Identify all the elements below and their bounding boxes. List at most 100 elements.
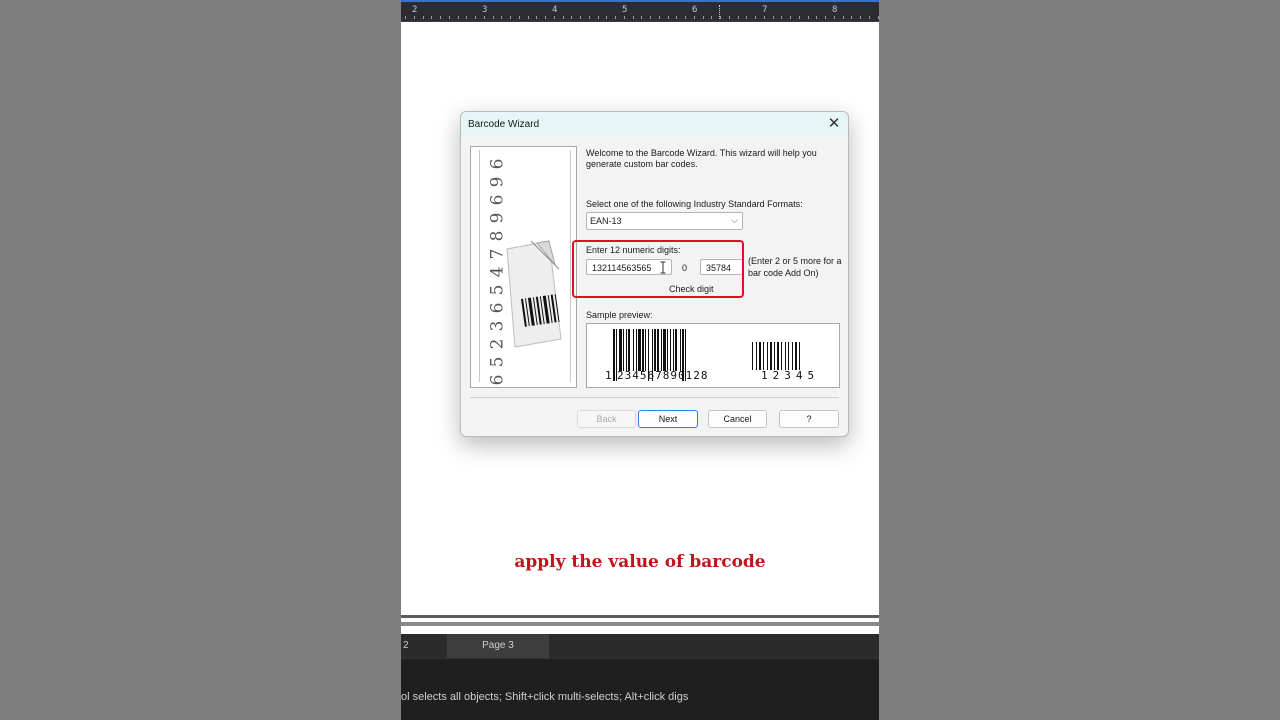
ruler-number: 7 bbox=[762, 5, 768, 15]
barcode-bar bbox=[613, 329, 615, 381]
barcode-addon-bar bbox=[759, 342, 761, 370]
ruler-tick bbox=[808, 16, 809, 19]
status-bar: ol selects all objects; Shift+click mult… bbox=[401, 658, 879, 720]
wizard-illustration: 6 9 6 9 8 7 4 5 6 3 2 5 6 bbox=[470, 146, 577, 388]
barcode-main-digits: 234567890128 bbox=[617, 369, 709, 382]
barcode-addon-bar bbox=[781, 342, 782, 370]
barcode-bar bbox=[661, 329, 662, 371]
barcode-bar bbox=[636, 329, 637, 371]
ruler-tick bbox=[711, 16, 712, 19]
ruler-tick bbox=[510, 16, 511, 19]
ruler-tick bbox=[405, 16, 406, 19]
tab-page-2[interactable]: 2 bbox=[403, 634, 443, 658]
illustration-digit: 6 bbox=[486, 374, 507, 386]
back-button[interactable]: Back bbox=[577, 410, 636, 428]
editor-canvas: 2 3 4 5 6 7 8 Barcode Wizard ✕ 6 9 6 9 8… bbox=[401, 0, 879, 720]
addon-hint: (Enter 2 or 5 more for a bar code Add On… bbox=[748, 256, 842, 278]
ruler-tick bbox=[563, 16, 564, 19]
ruler-tick bbox=[694, 16, 695, 19]
barcode-bar bbox=[675, 329, 677, 371]
ruler-tick bbox=[703, 16, 704, 19]
ruler-tick bbox=[545, 16, 546, 19]
ruler-tick bbox=[755, 16, 756, 19]
dialog-title: Barcode Wizard bbox=[468, 119, 540, 130]
ruler-tick bbox=[851, 16, 852, 19]
ruler-tick bbox=[466, 16, 467, 19]
ruler-number: 3 bbox=[482, 5, 488, 15]
ruler-tick bbox=[746, 16, 747, 19]
ruler-number: 8 bbox=[832, 5, 838, 15]
cancel-button[interactable]: Cancel bbox=[708, 410, 767, 428]
ruler-tick bbox=[580, 16, 581, 19]
barcode-label-icon bbox=[506, 240, 562, 348]
horizontal-ruler[interactable]: 2 3 4 5 6 7 8 bbox=[401, 0, 879, 22]
ruler-tick bbox=[869, 16, 870, 19]
ruler-tick bbox=[536, 16, 537, 19]
barcode-bar bbox=[619, 329, 622, 371]
ruler-tick bbox=[781, 16, 782, 19]
ruler-number: 4 bbox=[552, 5, 558, 15]
barcode-bar bbox=[673, 329, 674, 371]
dialog-separator bbox=[470, 397, 839, 398]
ruler-tick bbox=[519, 16, 520, 19]
ruler-tick bbox=[431, 16, 432, 19]
tab-page-3[interactable]: Page 3 bbox=[447, 634, 549, 658]
ruler-tick bbox=[773, 16, 774, 19]
ruler-tick bbox=[484, 16, 485, 19]
ruler-tick bbox=[606, 16, 607, 19]
red-highlight-box bbox=[572, 240, 744, 298]
ruler-tick bbox=[571, 16, 572, 19]
format-select[interactable]: EAN-13 ⌵ bbox=[586, 212, 743, 230]
sample-preview: 1 234567890128 12345 bbox=[586, 323, 840, 388]
barcode-addon-bar bbox=[756, 342, 757, 370]
barcode-bar bbox=[626, 329, 627, 371]
ruler-tick bbox=[668, 16, 669, 19]
ruler-tick bbox=[475, 16, 476, 19]
barcode-addon-bar bbox=[788, 342, 789, 370]
illustration-digit: 6 bbox=[486, 158, 507, 170]
status-text: ol selects all objects; Shift+click mult… bbox=[401, 691, 689, 703]
ruler-tick bbox=[641, 16, 642, 19]
barcode-addon-bar bbox=[792, 342, 793, 370]
ruler-tick bbox=[799, 16, 800, 19]
ruler-tick bbox=[843, 16, 844, 19]
next-button[interactable]: Next bbox=[638, 410, 698, 428]
barcode-addon-bar bbox=[763, 342, 764, 370]
ruler-tick bbox=[650, 16, 651, 19]
video-caption: apply the value of barcode bbox=[514, 552, 766, 572]
page-tabs: 2 Page 3 bbox=[401, 634, 879, 658]
barcode-addon-bar bbox=[785, 342, 786, 370]
horizontal-scrollbar[interactable] bbox=[401, 615, 879, 618]
ruler-tick bbox=[598, 16, 599, 19]
barcode-addon-bar bbox=[795, 342, 797, 370]
barcode-addon-digits: 12345 bbox=[761, 369, 820, 382]
ruler-tick bbox=[816, 16, 817, 19]
ruler-tick bbox=[493, 16, 494, 19]
ruler-accent-line bbox=[401, 0, 879, 2]
help-button[interactable]: ? bbox=[779, 410, 839, 428]
ruler-tick bbox=[501, 16, 502, 19]
ruler-tick bbox=[423, 16, 424, 19]
barcode-bar bbox=[670, 329, 671, 371]
ruler-tick bbox=[414, 16, 415, 19]
welcome-text: Welcome to the Barcode Wizard. This wiza… bbox=[586, 148, 817, 169]
chevron-down-icon: ⌵ bbox=[731, 215, 738, 225]
barcode-bar bbox=[657, 329, 659, 371]
barcode-addon-bar bbox=[752, 342, 753, 370]
ruler-tick bbox=[764, 16, 765, 19]
barcode-bar bbox=[667, 329, 668, 371]
barcode-bar bbox=[645, 329, 646, 371]
barcode-bar bbox=[638, 329, 641, 371]
ruler-tick bbox=[633, 16, 634, 19]
ruler-tick bbox=[878, 16, 879, 19]
ruler-tick bbox=[589, 16, 590, 19]
barcode-addon-bar bbox=[770, 342, 772, 370]
ruler-tick bbox=[834, 16, 835, 19]
barcode-bar bbox=[633, 329, 634, 371]
barcode-addon-bar bbox=[774, 342, 775, 370]
illustration-digit: 6 bbox=[486, 194, 507, 206]
barcode-bar bbox=[663, 329, 666, 371]
barcode-addon-bar bbox=[767, 342, 768, 370]
close-icon[interactable]: ✕ bbox=[826, 115, 842, 133]
illustration-digit: 9 bbox=[486, 176, 507, 188]
